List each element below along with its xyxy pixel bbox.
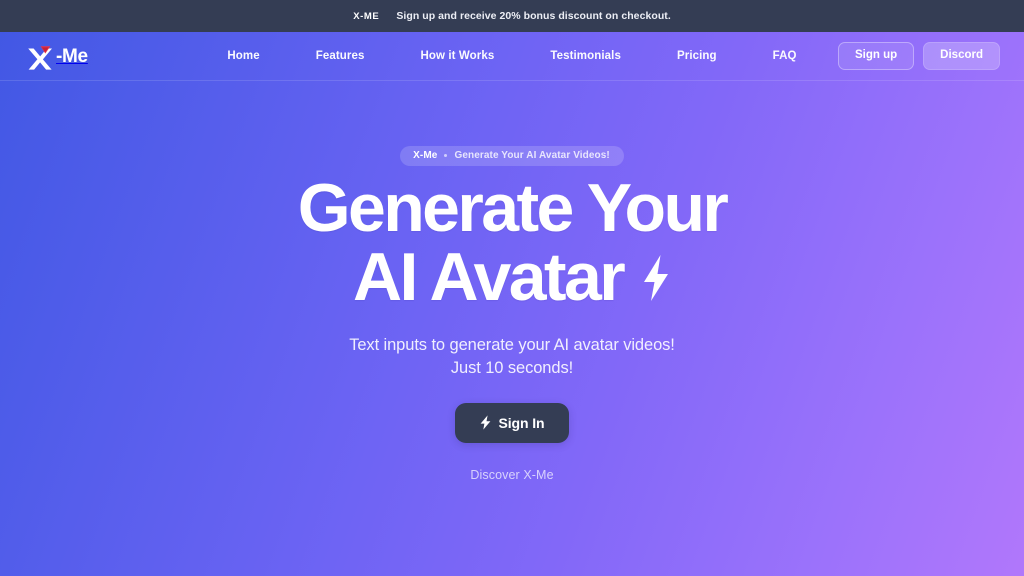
logo-wordmark: -Me	[56, 45, 88, 67]
nav-links: Home Features How it Works Testimonials …	[227, 32, 796, 80]
banner-promo-text: Sign up and receive 20% bonus discount o…	[396, 10, 671, 22]
hero-subtitle-line-2: Just 10 seconds!	[450, 359, 574, 378]
nav-link-home[interactable]: Home	[227, 44, 259, 68]
headline-text-1: Generate Your	[297, 170, 729, 246]
headline-text-2: AI Avatar	[352, 239, 626, 316]
discover-link[interactable]: Discover X-Me	[470, 468, 553, 482]
hero-badge-brand: X-Me	[413, 150, 438, 161]
navbar: -Me Home Features How it Works Testimoni…	[0, 32, 1024, 80]
hero-badge-pill: X-Me Generate Your AI Avatar Videos!	[400, 146, 624, 166]
hero-subtitle: Text inputs to generate your AI avatar v…	[349, 334, 675, 381]
nav-link-how-it-works[interactable]: How it Works	[420, 44, 494, 68]
dot-icon	[444, 154, 448, 157]
hero-badge-text: Generate Your AI Avatar Videos!	[454, 150, 610, 161]
hero-content: X-Me Generate Your AI Avatar Videos! Gen…	[0, 80, 1024, 482]
x-mark-icon	[25, 42, 55, 72]
logo[interactable]: -Me	[25, 41, 88, 72]
banner-brand-tag: X-ME	[353, 10, 380, 22]
navbar-divider	[0, 80, 1024, 81]
sign-in-button[interactable]: Sign In	[454, 402, 570, 443]
landing-page: X-ME Sign up and receive 20% bonus disco…	[0, 0, 1024, 576]
nav-link-pricing[interactable]: Pricing	[677, 44, 717, 68]
page-title: Generate Your AI Avatar	[297, 170, 729, 316]
announcement-banner: X-ME Sign up and receive 20% bonus disco…	[0, 0, 1024, 32]
hero-subtitle-line-1: Text inputs to generate your AI avatar v…	[349, 336, 675, 355]
nav-link-features[interactable]: Features	[316, 44, 365, 68]
lightning-bolt-icon	[641, 253, 671, 303]
headline-line-2: AI Avatar	[298, 239, 727, 316]
headline-line-1: Generate Your	[297, 170, 729, 246]
nav-link-faq[interactable]: FAQ	[773, 44, 797, 68]
nav-actions: Sign up Discord	[838, 32, 1000, 80]
discord-button[interactable]: Discord	[923, 42, 1000, 70]
sign-in-label: Sign In	[498, 414, 545, 431]
lightning-bolt-icon	[480, 415, 491, 431]
signup-button[interactable]: Sign up	[838, 42, 915, 70]
hero-section: -Me Home Features How it Works Testimoni…	[0, 32, 1024, 576]
nav-link-testimonials[interactable]: Testimonials	[550, 44, 621, 68]
